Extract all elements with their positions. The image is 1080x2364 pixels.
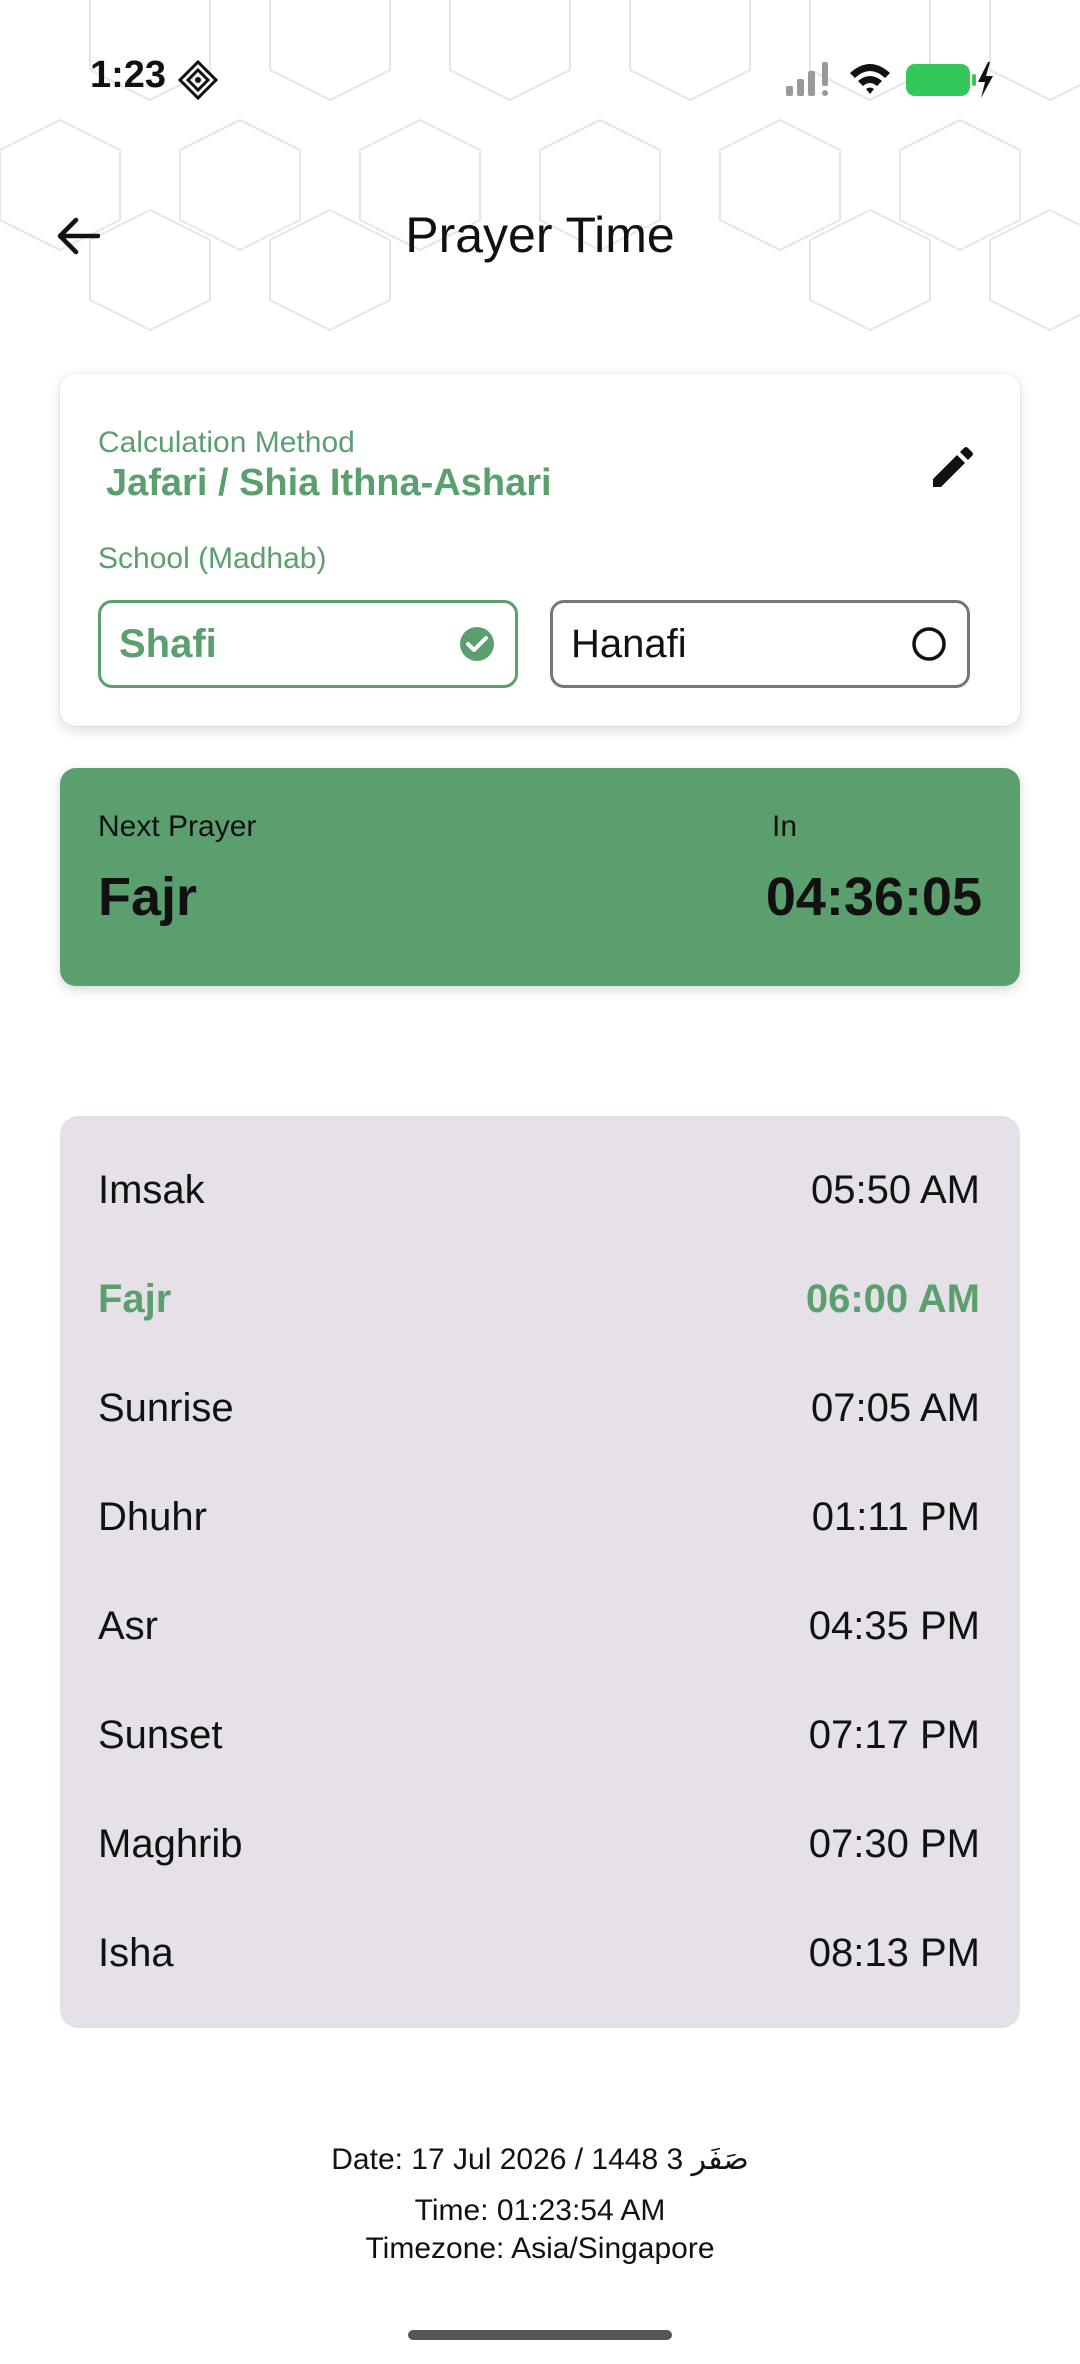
status-time: 1:23 — [90, 54, 167, 96]
footer-date: Date: 17 Jul 2026 / 1448 3 صَفَر — [331, 2143, 749, 2176]
next-prayer-label: Next Prayer — [98, 810, 257, 843]
prayer-times-list: Imsak 05:50 AM Fajr 06:00 AM Sunrise 07:… — [60, 1116, 1020, 2028]
prayer-time: 07:05 AM — [810, 1385, 980, 1430]
battery-charging-icon — [906, 62, 993, 98]
footer-timezone: Timezone: Asia/Singapore — [365, 2232, 715, 2265]
prayer-row-imsak: Imsak 05:50 AM — [98, 1150, 980, 1230]
prayer-time: 08:13 PM — [808, 1930, 980, 1975]
prayer-row-fajr: Fajr 06:00 AM — [98, 1259, 980, 1339]
calculation-method-value: Jafari / Shia Ithna-Ashari — [106, 462, 552, 504]
prayer-time: 04:35 PM — [808, 1603, 980, 1648]
edit-method-button[interactable] — [922, 438, 982, 498]
status-bar: 1:23 — [0, 0, 1080, 160]
pencil-icon — [933, 447, 973, 487]
footer-time: Time: 01:23:54 AM — [414, 2194, 666, 2227]
prayer-row-maghrib: Maghrib 07:30 PM — [98, 1804, 980, 1884]
prayer-time: 01:11 PM — [811, 1494, 980, 1539]
prayer-row-dhuhr: Dhuhr 01:11 PM — [98, 1477, 980, 1557]
cellular-signal-icon — [786, 62, 828, 96]
school-option-shafi[interactable]: Shafi — [98, 600, 518, 688]
prayer-name: Sunset — [98, 1712, 223, 1757]
prayer-name: Maghrib — [98, 1821, 243, 1866]
school-madhab-label: School (Madhab) — [98, 542, 327, 575]
prayer-name: Fajr — [98, 1276, 172, 1321]
prayer-time: 07:17 PM — [808, 1712, 980, 1757]
next-prayer-card: Next Prayer Fajr In 04:36:05 — [60, 768, 1020, 986]
radio-empty-icon — [912, 627, 946, 661]
prayer-row-isha: Isha 08:13 PM — [98, 1913, 980, 1993]
wifi-icon — [850, 64, 890, 94]
school-option-label: Hanafi — [571, 621, 687, 666]
prayer-name: Sunrise — [98, 1385, 234, 1430]
countdown-value: 04:36:05 — [765, 867, 982, 927]
prayer-time: 06:00 AM — [805, 1276, 980, 1321]
next-prayer-name: Fajr — [98, 867, 198, 927]
prayer-name: Dhuhr — [98, 1494, 207, 1539]
home-indicator[interactable] — [408, 2330, 672, 2340]
check-circle-icon — [460, 627, 494, 661]
calculation-method-label: Calculation Method — [98, 426, 355, 459]
prayer-row-sunset: Sunset 07:17 PM — [98, 1695, 980, 1775]
prayer-name: Imsak — [98, 1167, 205, 1212]
school-option-label: Shafi — [119, 621, 217, 666]
prayer-time: 07:30 PM — [808, 1821, 980, 1866]
countdown-label: In — [772, 810, 798, 843]
prayer-row-sunrise: Sunrise 07:05 AM — [98, 1368, 980, 1448]
diamond-pattern-icon — [178, 60, 218, 100]
prayer-time-screen: 1:23 Prayer Time Calculation Method Jafa… — [0, 0, 1080, 2364]
page-title: Prayer Time — [405, 207, 675, 263]
school-option-hanafi[interactable]: Hanafi — [550, 600, 970, 688]
prayer-name: Asr — [98, 1603, 158, 1648]
prayer-name: Isha — [98, 1930, 174, 1975]
calculation-method-card: Calculation Method Jafari / Shia Ithna-A… — [60, 374, 1020, 726]
prayer-row-asr: Asr 04:35 PM — [98, 1586, 980, 1666]
prayer-time: 05:50 AM — [810, 1167, 980, 1212]
